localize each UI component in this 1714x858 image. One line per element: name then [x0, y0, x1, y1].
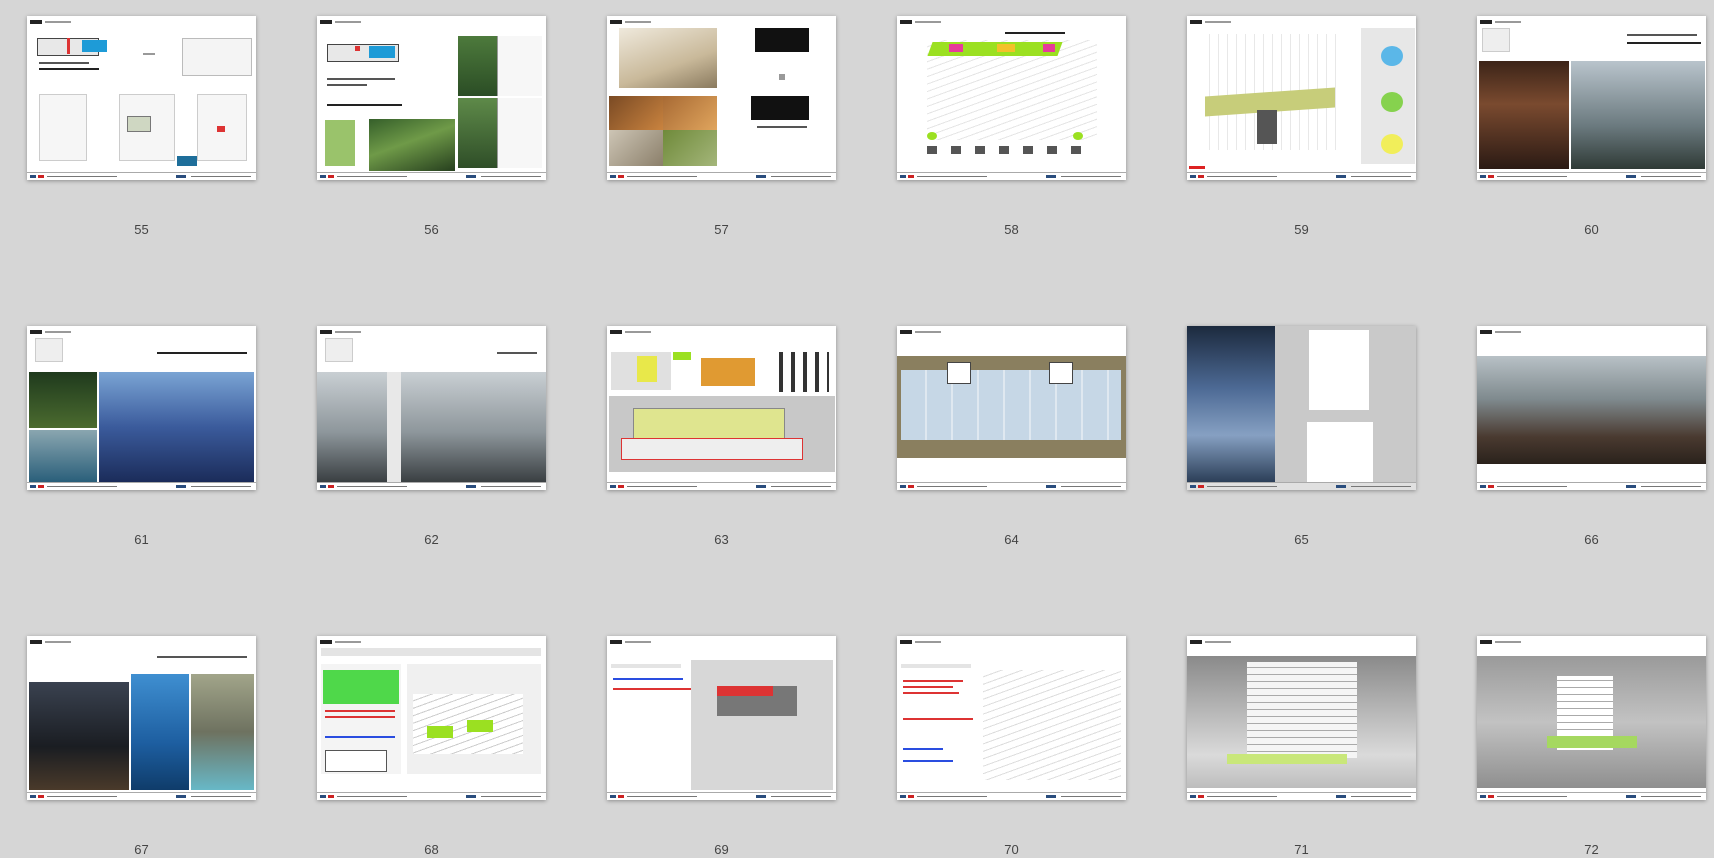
slide-number-61: 61 — [134, 532, 149, 547]
slide-thumbnail-58[interactable] — [897, 16, 1126, 180]
slide-number-72: 72 — [1584, 842, 1599, 857]
slide-number-70: 70 — [1004, 842, 1019, 857]
slide-thumbnail-60[interactable] — [1477, 16, 1706, 180]
slide-thumbnail-61[interactable] — [27, 326, 256, 490]
slide-thumbnail-69[interactable] — [607, 636, 836, 800]
slide-number-59: 59 — [1294, 222, 1309, 237]
slide-number-55: 55 — [134, 222, 149, 237]
slide-number-60: 60 — [1584, 222, 1599, 237]
slide-thumbnail-71[interactable] — [1187, 636, 1416, 800]
slide-sorter-grid: 55 56 57 58 59 60 61 62 63 64 65 66 67 6… — [0, 0, 1714, 857]
slide-number-71: 71 — [1294, 842, 1309, 857]
slide-number-65: 65 — [1294, 532, 1309, 547]
slide-number-58: 58 — [1004, 222, 1019, 237]
slide-number-57: 57 — [714, 222, 729, 237]
slide-number-66: 66 — [1584, 532, 1599, 547]
slide-number-64: 64 — [1004, 532, 1019, 547]
slide-number-62: 62 — [424, 532, 439, 547]
slide-thumbnail-65[interactable] — [1187, 326, 1416, 490]
slide-thumbnail-72[interactable] — [1477, 636, 1706, 800]
slide-thumbnail-68[interactable] — [317, 636, 546, 800]
slide-thumbnail-70[interactable] — [897, 636, 1126, 800]
slide-number-67: 67 — [134, 842, 149, 857]
slide-number-63: 63 — [714, 532, 729, 547]
slide-thumbnail-59[interactable] — [1187, 16, 1416, 180]
slide-thumbnail-64[interactable] — [897, 326, 1126, 490]
slide-thumbnail-57[interactable] — [607, 16, 836, 180]
slide-thumbnail-66[interactable] — [1477, 326, 1706, 490]
slide-thumbnail-67[interactable] — [27, 636, 256, 800]
slide-number-56: 56 — [424, 222, 439, 237]
slide-thumbnail-62[interactable] — [317, 326, 546, 490]
slide-thumbnail-55[interactable] — [27, 16, 256, 180]
slide-thumbnail-63[interactable] — [607, 326, 836, 490]
slide-thumbnail-56[interactable] — [317, 16, 546, 180]
slide-number-68: 68 — [424, 842, 439, 857]
slide-number-69: 69 — [714, 842, 729, 857]
